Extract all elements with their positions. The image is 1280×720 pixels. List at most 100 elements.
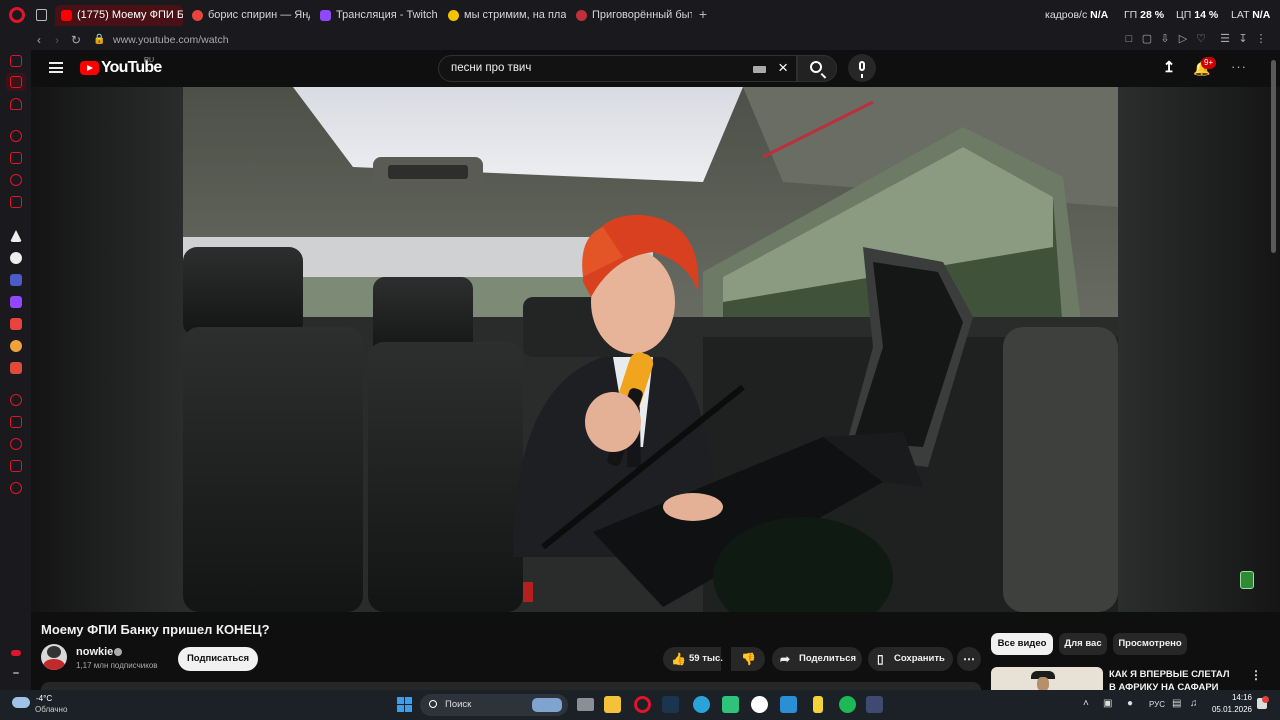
settings-icon[interactable]: [10, 482, 22, 494]
easy-setup-icon[interactable]: ☰: [1219, 33, 1231, 45]
channel-name[interactable]: nowkie: [76, 646, 113, 658]
yandex-icon[interactable]: [10, 318, 22, 330]
taskbar-search-label: Поиск: [445, 699, 472, 710]
task-view-icon[interactable]: [577, 698, 594, 711]
reload-icon[interactable]: ↻: [71, 33, 81, 47]
wallet-icon[interactable]: [10, 152, 22, 164]
extensions-icon[interactable]: ⋮: [1255, 33, 1267, 45]
volume-icon[interactable]: ♫: [1190, 698, 1198, 709]
weather-condition[interactable]: Облачно: [35, 705, 67, 714]
new-tab-button[interactable]: +: [696, 7, 710, 22]
game-app-icon[interactable]: [10, 362, 22, 374]
news-icon[interactable]: [10, 196, 22, 208]
spotify-icon[interactable]: [839, 696, 856, 713]
youtube-logo-icon[interactable]: [80, 61, 99, 75]
clock-icon[interactable]: [10, 438, 22, 450]
tray-app-icon[interactable]: ▣: [1103, 698, 1112, 709]
opera-menu-icon[interactable]: [9, 7, 25, 23]
forward-icon[interactable]: ›: [55, 33, 59, 47]
tab-book[interactable]: Приговорённый быть гер: [570, 5, 692, 26]
bookmark-icon[interactable]: □: [1123, 33, 1135, 45]
history-icon[interactable]: [10, 130, 22, 142]
opera-gx-icon[interactable]: [634, 696, 651, 713]
steam-icon[interactable]: [662, 696, 679, 713]
cloud-icon[interactable]: [12, 697, 30, 708]
tab-label: Приговорённый быть гер: [592, 9, 692, 21]
app-icon[interactable]: [10, 274, 22, 286]
search-highlight-icon: [532, 698, 562, 712]
page-scrollbar[interactable]: [1271, 60, 1276, 253]
save-button[interactable]: ▯ Сохранить: [868, 647, 953, 671]
keyboard-icon[interactable]: [753, 66, 766, 73]
chip-for-you[interactable]: Для вас: [1059, 633, 1107, 655]
app-yellow-icon[interactable]: [813, 696, 823, 713]
tray-mic-icon[interactable]: ●: [1127, 698, 1133, 709]
tab-islands-icon[interactable]: [36, 9, 47, 21]
tab-twitch[interactable]: Трансляция - Twitch: [314, 5, 438, 26]
tab-yandex[interactable]: борис спирин — Яндекс: [186, 5, 310, 26]
aria-icon[interactable]: [10, 230, 22, 242]
back-icon[interactable]: ‹: [37, 33, 41, 47]
voice-search-button[interactable]: [848, 54, 876, 82]
language-indicator[interactable]: РУС: [1149, 700, 1165, 709]
network-icon[interactable]: ▤: [1172, 698, 1181, 709]
lock-icon[interactable]: 🔒: [93, 33, 105, 47]
recommendation-title[interactable]: КАК Я ВПЕРВЫЕ СЛЕТАЛ В АФРИКУ НА САФАРИ: [1109, 668, 1239, 690]
chip-all-videos[interactable]: Все видео: [991, 633, 1053, 655]
windows-start-icon[interactable]: [397, 697, 413, 713]
home-icon[interactable]: [10, 55, 22, 67]
store-icon[interactable]: [10, 340, 22, 352]
url-field[interactable]: www.youtube.com/watch: [113, 33, 229, 47]
temperature[interactable]: -4°C: [36, 694, 52, 703]
player-icon[interactable]: ▷: [1177, 33, 1189, 45]
recommendation-thumbnail[interactable]: [991, 667, 1103, 690]
gamepad-icon[interactable]: [10, 174, 22, 186]
downloads-icon[interactable]: ↧: [1237, 33, 1249, 45]
send-icon[interactable]: [10, 416, 22, 428]
subscribe-button[interactable]: Подписаться: [178, 647, 258, 671]
gx-icon[interactable]: [11, 650, 21, 656]
recommendation-more-icon[interactable]: ⋮: [1250, 668, 1262, 682]
search-text[interactable]: песни про твич: [451, 62, 531, 74]
yandex-browser-icon[interactable]: [751, 696, 768, 713]
messenger-icon[interactable]: [722, 696, 739, 713]
chatgpt-icon[interactable]: [10, 252, 22, 264]
more-icon[interactable]: ···: [1231, 59, 1247, 74]
video-player-icon[interactable]: [10, 76, 22, 88]
file-explorer-icon[interactable]: [604, 696, 621, 713]
like-button[interactable]: 👍 59 тыс.: [663, 647, 723, 671]
cpu-counter: ЦП 14 %: [1176, 0, 1218, 30]
tab-label: мы стримим, на платфор: [464, 9, 566, 21]
active-app-icon[interactable]: [866, 696, 883, 713]
heart-icon[interactable]: ♡: [1195, 33, 1207, 45]
cube-icon[interactable]: [10, 460, 22, 472]
more-icon[interactable]: [13, 672, 19, 674]
twitch-sidebar-icon[interactable]: [10, 98, 22, 110]
music-icon[interactable]: [10, 394, 22, 406]
clock-date[interactable]: 05.01.2026: [1205, 705, 1252, 714]
menu-icon[interactable]: [49, 62, 63, 73]
store-app-icon[interactable]: [780, 696, 797, 713]
more-actions-button[interactable]: ⋯: [957, 647, 981, 671]
clock-time[interactable]: 14:16: [1212, 693, 1252, 702]
search-input[interactable]: песни про твич ×: [438, 55, 797, 82]
share-button[interactable]: ➦ Поделиться: [772, 647, 862, 671]
search-button[interactable]: [797, 55, 837, 82]
video-player[interactable]: [31, 87, 1280, 612]
clear-search-icon[interactable]: ×: [778, 59, 788, 77]
telegram-icon[interactable]: [693, 696, 710, 713]
video-frame[interactable]: [183, 87, 1118, 612]
tab-stream[interactable]: мы стримим, на платфор: [442, 5, 566, 26]
download-page-icon[interactable]: ⇩: [1159, 33, 1171, 45]
snapshot-icon[interactable]: ▢: [1141, 33, 1153, 45]
tray-expand-icon[interactable]: ˄: [1083, 698, 1089, 709]
chip-watched[interactable]: Просмотрено: [1113, 633, 1187, 655]
description-box[interactable]: [41, 682, 981, 690]
lat-counter: LAT N/A: [1231, 0, 1270, 30]
taskbar-search[interactable]: Поиск: [420, 694, 568, 716]
upload-icon[interactable]: ↥: [1161, 60, 1177, 76]
dislike-button[interactable]: 👎: [731, 647, 765, 671]
twitch-app-icon[interactable]: [10, 296, 22, 308]
channel-avatar[interactable]: [41, 644, 67, 670]
tab-youtube[interactable]: (1775) Моему ФПИ Ба: [55, 5, 183, 26]
